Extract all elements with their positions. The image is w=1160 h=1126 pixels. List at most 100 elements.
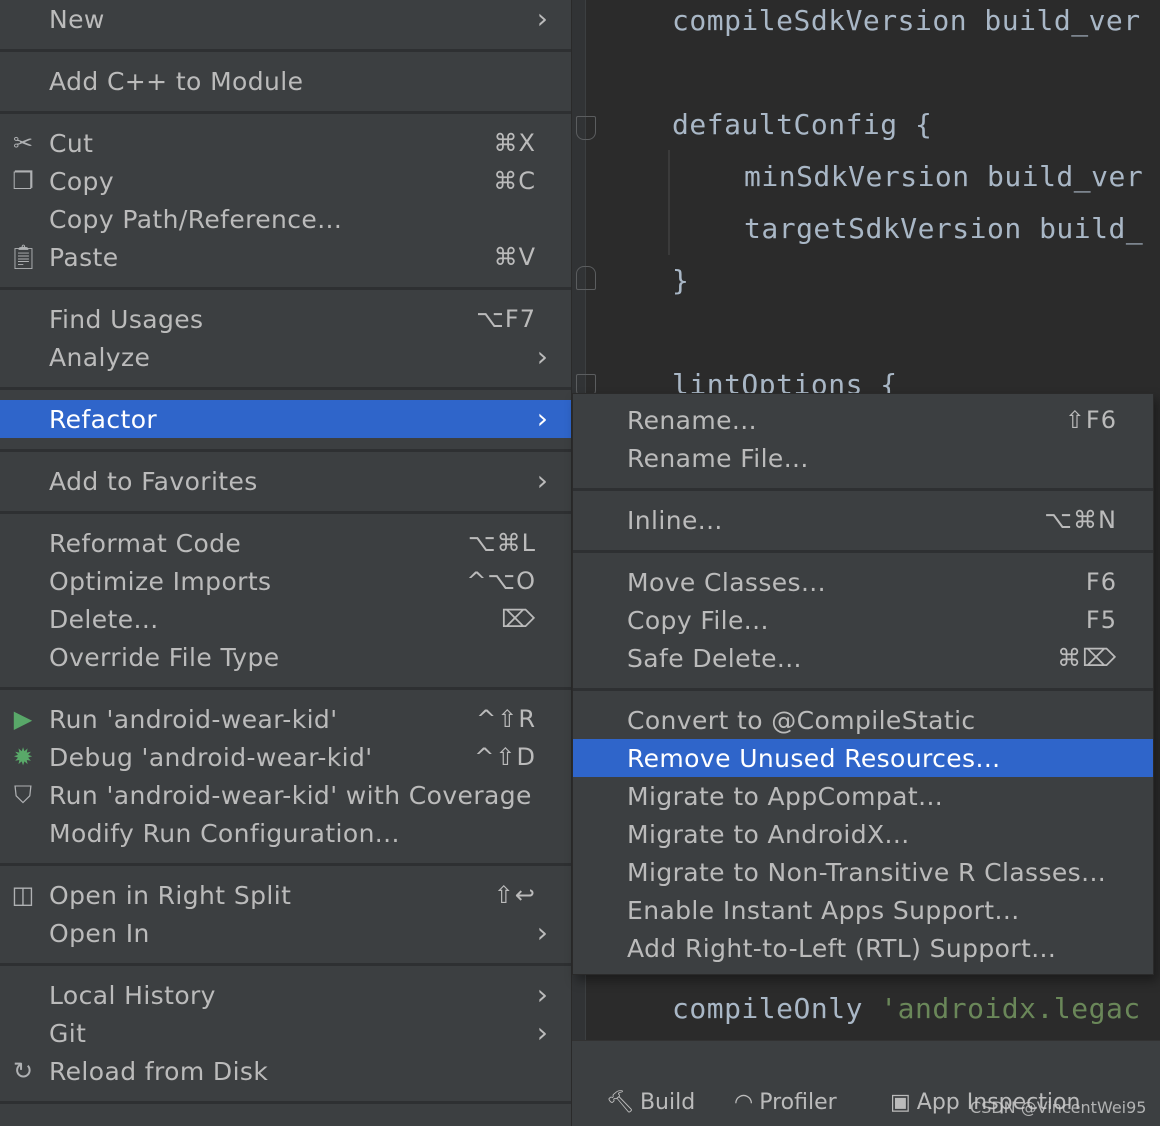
menu-item-label: Reload from Disk	[49, 1056, 269, 1086]
coverage-shield-icon: ⛉	[14, 781, 32, 809]
menu-item-label: Rename...	[627, 405, 757, 435]
menu-item-label: Rename File...	[627, 443, 809, 473]
menu-item-copy-path[interactable]: Copy Path/Reference...	[0, 200, 571, 238]
shortcut: ^⌥O	[466, 567, 536, 595]
menu-item-add-cpp[interactable]: Add C++ to Module	[0, 62, 571, 100]
menu-item-optimize-imports[interactable]: Optimize Imports ^⌥O	[0, 562, 571, 600]
menu-separator	[0, 1101, 571, 1104]
menu-item-label: Remove Unused Resources...	[627, 743, 1001, 773]
shortcut: ⌥⌘N	[1044, 506, 1117, 534]
menu-item-label: Move Classes...	[627, 567, 827, 597]
menu-item-label: Inline...	[627, 505, 723, 535]
scissors-icon: ✂	[12, 129, 34, 157]
shortcut: ⇧F6	[1064, 406, 1117, 434]
menu-item-cut[interactable]: ✂ Cut ⌘X	[0, 124, 571, 162]
menu-item-override-file-type[interactable]: Override File Type	[0, 638, 571, 676]
menu-item-label: Copy Path/Reference...	[49, 204, 343, 234]
menu-item-label: Delete...	[49, 604, 159, 634]
menu-separator	[573, 550, 1153, 553]
split-view-icon: ◫	[11, 881, 35, 909]
code-line: }	[672, 264, 690, 297]
submenu-item-enable-instant-apps[interactable]: Enable Instant Apps Support...	[573, 891, 1153, 929]
menu-separator	[0, 387, 571, 390]
play-icon: ▶	[13, 705, 33, 733]
menu-separator	[0, 687, 571, 690]
shortcut: ⌘⌦	[1057, 644, 1117, 672]
submenu-item-move-classes[interactable]: Move Classes... F6	[573, 563, 1153, 601]
submenu-item-safe-delete[interactable]: Safe Delete... ⌘⌦	[573, 639, 1153, 677]
menu-item-label: Copy File...	[627, 605, 769, 635]
submenu-item-remove-unused-resources[interactable]: Remove Unused Resources...	[573, 739, 1153, 777]
shortcut: F5	[1085, 606, 1117, 634]
shortcut: ⌘V	[493, 243, 536, 271]
menu-item-git[interactable]: Git ›	[0, 1014, 571, 1052]
shortcut: ⌘C	[493, 167, 536, 195]
menu-item-label: Migrate to AppCompat...	[627, 781, 944, 811]
menu-item-label: Migrate to Non-Transitive R Classes...	[627, 857, 1107, 887]
chevron-right-icon: ›	[536, 2, 548, 35]
menu-item-open-right-split[interactable]: ◫ Open in Right Split ⇧↩	[0, 876, 571, 914]
chevron-right-icon: ›	[536, 916, 548, 949]
bug-icon: ✹	[12, 743, 34, 771]
indent-guide	[668, 150, 670, 255]
shortcut: ⌥⌘L	[467, 529, 536, 557]
submenu-item-rename-file[interactable]: Rename File...	[573, 439, 1153, 477]
profiler-tool-button[interactable]: ◠ Profiler	[734, 1090, 837, 1115]
submenu-item-inline[interactable]: Inline... ⌥⌘N	[573, 501, 1153, 539]
menu-item-label: Debug 'android-wear-kid'	[49, 742, 373, 772]
menu-item-label: Copy	[49, 166, 115, 196]
context-menu: New › Add C++ to Module ✂ Cut ⌘X ❐ Copy …	[0, 0, 572, 1126]
menu-item-paste[interactable]: 📋︎ Paste ⌘V	[0, 238, 571, 276]
submenu-item-migrate-non-transitive-r[interactable]: Migrate to Non-Transitive R Classes...	[573, 853, 1153, 891]
menu-item-delete[interactable]: Delete... ⌦	[0, 600, 571, 638]
menu-item-reload-from-disk[interactable]: ↻ Reload from Disk	[0, 1052, 571, 1090]
submenu-item-rename[interactable]: Rename... ⇧F6	[573, 401, 1153, 439]
menu-item-label: Enable Instant Apps Support...	[627, 895, 1020, 925]
menu-item-label: Add C++ to Module	[49, 66, 304, 96]
menu-item-label: Optimize Imports	[49, 566, 272, 596]
menu-item-local-history[interactable]: Local History ›	[0, 976, 571, 1014]
submenu-item-copy-file[interactable]: Copy File... F5	[573, 601, 1153, 639]
menu-separator	[0, 449, 571, 452]
menu-item-debug[interactable]: ✹ Debug 'android-wear-kid' ^⇧D	[0, 738, 571, 776]
menu-item-label: Open In	[49, 918, 150, 948]
menu-item-analyze[interactable]: Analyze ›	[0, 338, 571, 376]
menu-separator	[0, 963, 571, 966]
shortcut: ⇧↩	[493, 881, 536, 909]
menu-separator	[0, 287, 571, 290]
submenu-item-migrate-appcompat[interactable]: Migrate to AppCompat...	[573, 777, 1153, 815]
fold-collapse-icon[interactable]	[576, 116, 596, 140]
menu-item-add-favorites[interactable]: Add to Favorites ›	[0, 462, 571, 500]
menu-item-label: Run 'android-wear-kid' with Coverage	[49, 780, 532, 810]
menu-item-refactor[interactable]: Refactor ›	[0, 400, 571, 438]
profiler-label: Profiler	[759, 1090, 837, 1115]
menu-item-modify-run-config[interactable]: Modify Run Configuration...	[0, 814, 571, 852]
refactor-submenu: Rename... ⇧F6 Rename File... Inline... ⌥…	[572, 393, 1154, 975]
shortcut: ⌥F7	[476, 305, 536, 333]
build-tool-button[interactable]: 🔨︎ Build	[606, 1090, 695, 1115]
code-line: compileOnly 'androidx.legac	[672, 992, 1141, 1025]
menu-item-reformat-code[interactable]: Reformat Code ⌥⌘L	[0, 524, 571, 562]
menu-item-open-in[interactable]: Open In ›	[0, 914, 571, 952]
chevron-right-icon: ›	[536, 340, 548, 373]
menu-item-label: Local History	[49, 980, 216, 1010]
menu-separator	[573, 488, 1153, 491]
menu-item-run-coverage[interactable]: ⛉ Run 'android-wear-kid' with Coverage	[0, 776, 571, 814]
submenu-item-convert-compilestatic[interactable]: Convert to @CompileStatic	[573, 701, 1153, 739]
menu-item-label: New	[49, 4, 105, 34]
menu-item-find-usages[interactable]: Find Usages ⌥F7	[0, 300, 571, 338]
submenu-item-migrate-androidx[interactable]: Migrate to AndroidX...	[573, 815, 1153, 853]
menu-item-new[interactable]: New ›	[0, 0, 571, 38]
menu-item-label: Convert to @CompileStatic	[627, 705, 976, 735]
reload-icon: ↻	[12, 1057, 34, 1085]
menu-separator	[0, 49, 571, 52]
chevron-right-icon: ›	[536, 464, 548, 497]
shortcut: F6	[1085, 568, 1117, 596]
submenu-item-add-rtl-support[interactable]: Add Right-to-Left (RTL) Support...	[573, 929, 1153, 967]
inspection-icon: ▣	[890, 1090, 911, 1115]
menu-item-run[interactable]: ▶ Run 'android-wear-kid' ^⇧R	[0, 700, 571, 738]
code-line: defaultConfig {	[672, 108, 933, 141]
shortcut: ^⇧R	[476, 705, 536, 733]
fold-expand-icon[interactable]	[576, 266, 596, 290]
menu-item-copy[interactable]: ❐ Copy ⌘C	[0, 162, 571, 200]
